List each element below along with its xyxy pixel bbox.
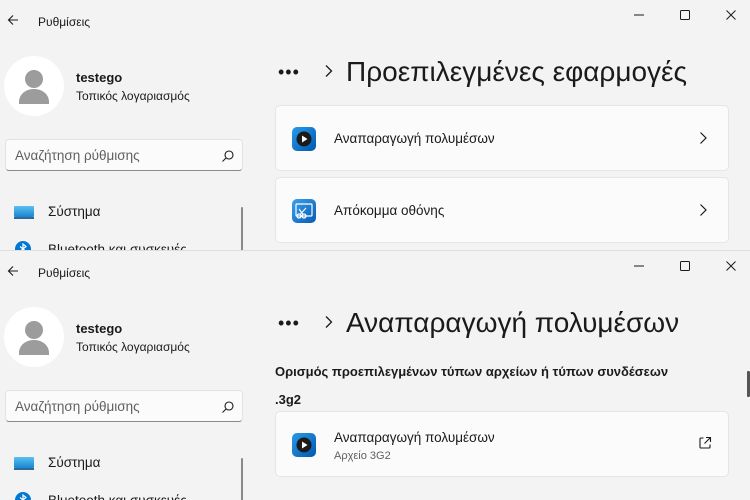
default-app-card[interactable]: Αναπαραγωγή πολυμέσων Αρχείο 3G2 [275, 411, 729, 477]
maximize-button[interactable] [662, 251, 708, 281]
media-player-icon [292, 127, 316, 151]
search-input[interactable] [15, 146, 215, 164]
file-extension-label: .3g2 [275, 392, 302, 407]
close-button[interactable] [708, 0, 750, 30]
maximize-icon [680, 261, 690, 271]
minimize-icon [634, 265, 644, 267]
app-label: Αναπαραγωγή πολυμέσων [334, 131, 495, 146]
user-name: testego [76, 70, 123, 85]
maximize-icon [680, 10, 690, 20]
settings-window-media-player: Ρυθμίσεις testego Τοπικός λογαριασμός Σύ… [0, 250, 750, 500]
breadcrumb-more-button[interactable]: ••• [278, 62, 300, 83]
sidebar-scrollbar[interactable] [241, 458, 243, 500]
file-type-sublabel: Αρχείο 3G2 [334, 450, 391, 462]
sidebar-item-label: Σύστημα [48, 455, 101, 470]
app-card-snipping-tool[interactable]: Απόκομμα οθόνης [275, 177, 729, 243]
avatar [4, 307, 64, 367]
user-name: testego [76, 321, 123, 336]
minimize-icon [634, 14, 644, 16]
app-label: Αναπαραγωγή πολυμέσων [334, 430, 495, 445]
user-profile[interactable]: testego Τοπικός λογαριασμός [4, 307, 264, 367]
maximize-button[interactable] [662, 0, 708, 30]
title-bar: Ρυθμίσεις [0, 251, 750, 295]
user-avatar-icon [19, 70, 49, 104]
search-input[interactable] [15, 397, 215, 415]
media-player-icon [292, 433, 316, 457]
sidebar-item-system[interactable]: Σύστημα [14, 202, 234, 222]
app-title: Ρυθμίσεις [38, 15, 91, 29]
title-bar: Ρυθμίσεις [0, 0, 750, 44]
snipping-tool-icon [292, 199, 316, 223]
breadcrumb-more-button[interactable]: ••• [278, 313, 300, 334]
chevron-right-icon [325, 65, 333, 77]
page-title: Αναπαραγωγή πολυμέσων [346, 307, 680, 338]
avatar [4, 56, 64, 116]
chevron-right-icon [325, 316, 333, 328]
open-external-icon [699, 436, 712, 449]
sidebar-item-label: Σύστημα [48, 204, 101, 219]
system-monitor-icon [14, 457, 34, 470]
sidebar-item-label: Bluetooth και συσκευές [48, 493, 187, 500]
settings-window-default-apps: Ρυθμίσεις testego Τοπικός λογαριασμός Σύ… [0, 0, 750, 250]
back-arrow-icon [7, 15, 18, 25]
bluetooth-icon [15, 492, 31, 500]
app-title: Ρυθμίσεις [38, 266, 91, 280]
user-profile[interactable]: testego Τοπικός λογαριασμός [4, 56, 264, 116]
close-icon [726, 261, 736, 271]
back-button[interactable] [2, 9, 24, 31]
back-button[interactable] [2, 260, 24, 282]
chevron-right-icon [700, 204, 707, 216]
sidebar-item-bluetooth[interactable]: Bluetooth και συσκευές [14, 240, 234, 250]
chevron-right-icon [700, 132, 707, 144]
close-icon [726, 10, 736, 20]
user-avatar-icon [19, 321, 49, 355]
system-monitor-icon [14, 206, 34, 219]
bluetooth-icon [15, 241, 31, 250]
section-heading: Ορισμός προεπιλεγμένων τύπων αρχείων ή τ… [275, 364, 669, 379]
search-box[interactable] [5, 390, 243, 422]
account-type: Τοπικός λογαριασμός [76, 340, 190, 354]
minimize-button[interactable] [616, 0, 662, 30]
sidebar-item-bluetooth[interactable]: Bluetooth και συσκευές [14, 491, 234, 500]
sidebar-item-system[interactable]: Σύστημα [14, 453, 234, 473]
close-button[interactable] [708, 251, 750, 281]
app-card-media-player[interactable]: Αναπαραγωγή πολυμέσων [275, 105, 729, 171]
sidebar-scrollbar[interactable] [241, 207, 243, 250]
search-icon[interactable] [221, 400, 235, 414]
page-title: Προεπιλεγμένες εφαρμογές [346, 56, 688, 87]
account-type: Τοπικός λογαριασμός [76, 89, 190, 103]
sidebar-item-label: Bluetooth και συσκευές [48, 242, 187, 250]
app-label: Απόκομμα οθόνης [334, 203, 445, 218]
back-arrow-icon [7, 266, 18, 276]
minimize-button[interactable] [616, 251, 662, 281]
search-box[interactable] [5, 139, 243, 171]
search-icon[interactable] [221, 149, 235, 163]
